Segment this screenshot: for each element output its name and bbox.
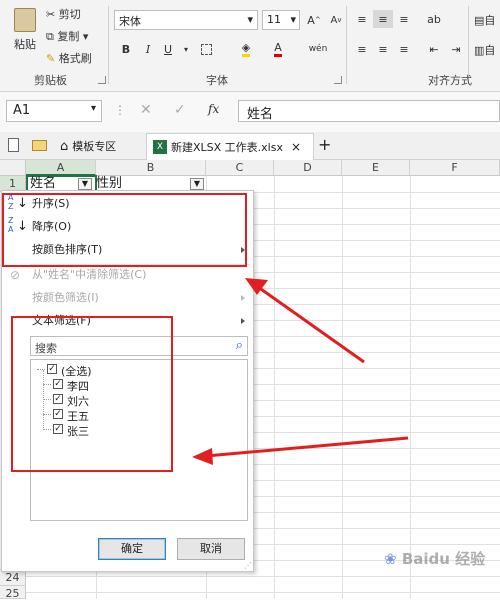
annotation-arrow-line	[257, 285, 365, 364]
annotation-arrowhead	[192, 448, 213, 465]
watermark-text: Baidu 经验	[401, 550, 486, 568]
annotation-arrows	[192, 278, 409, 465]
annotation-arrow-line	[205, 436, 409, 458]
watermark: ❀ Baidu 经验	[384, 548, 485, 569]
paw-icon: ❀	[384, 550, 397, 568]
